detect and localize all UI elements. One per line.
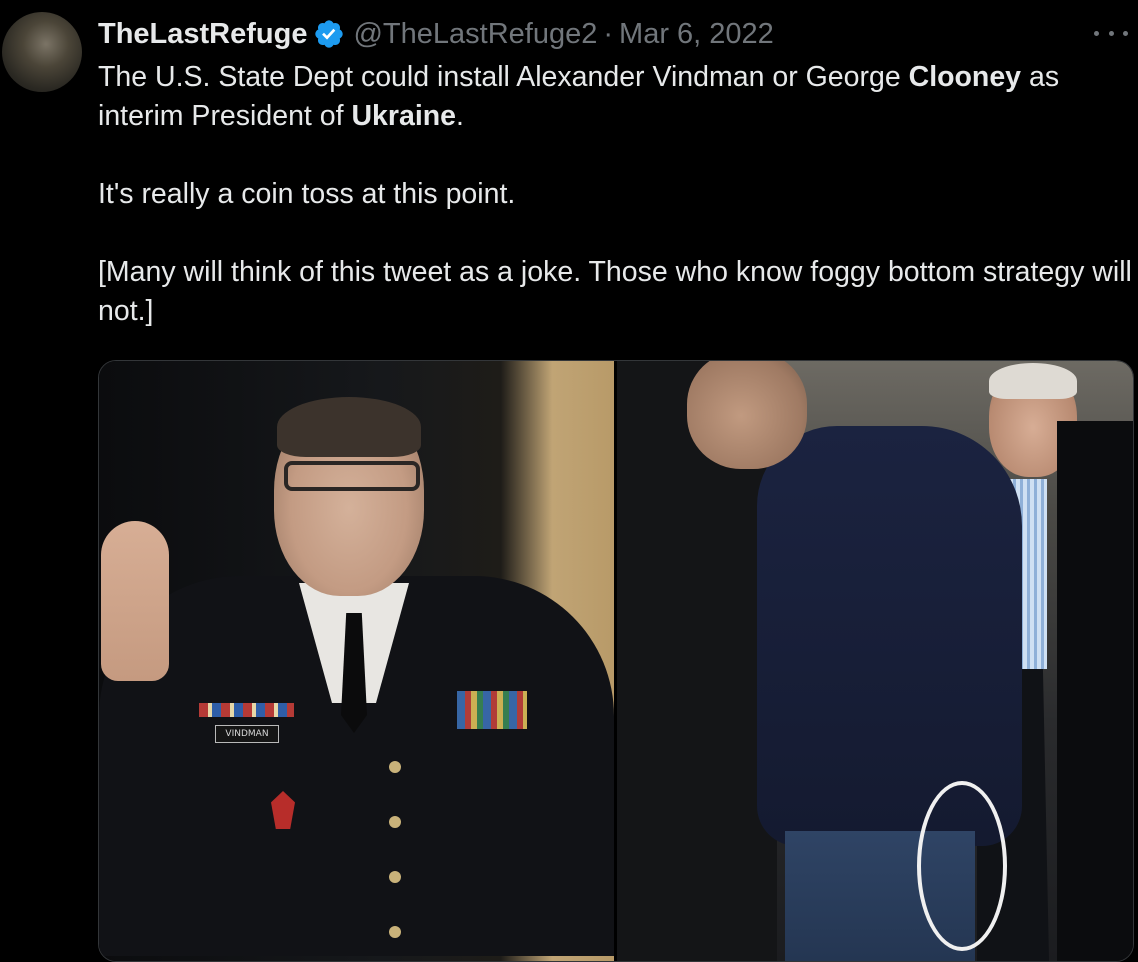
smiling-face (687, 361, 807, 469)
officer-figure (1057, 421, 1133, 961)
tweet-paragraph-3: [Many will think of this tweet as a joke… (98, 256, 1132, 327)
avatar[interactable] (2, 12, 82, 92)
tweet-text-bold-ukraine: Ukraine (351, 100, 457, 132)
tweet-text-segment: The U.S. State Dept could install Alexan… (98, 61, 909, 93)
separator-dot: · (603, 17, 614, 50)
tweet-text-segment: . (456, 100, 464, 132)
verified-badge-icon[interactable] (313, 18, 345, 50)
tweet-header: TheLastRefuge @TheLastRefuge2 · Mar 6, 2… (98, 14, 774, 54)
tweet-paragraph-1: The U.S. State Dept could install Alexan… (98, 58, 1133, 136)
ribbons-right (457, 691, 527, 729)
ribbons-left (199, 703, 294, 717)
older-man-hair (989, 363, 1077, 399)
uniform-button (389, 871, 401, 883)
tweet-date[interactable]: Mar 6, 2022 (619, 18, 774, 51)
uniform-button (389, 761, 401, 773)
portrait-hair (277, 397, 421, 457)
tweet-text: The U.S. State Dept could install Alexan… (98, 58, 1133, 331)
uniform-button (389, 816, 401, 828)
handle[interactable]: @TheLastRefuge2 (353, 18, 597, 51)
uniform-button (389, 926, 401, 938)
tweet-text-bold-clooney: Clooney (908, 61, 1022, 93)
more-dot (1108, 30, 1114, 36)
tweet-paragraph-2: It's really a coin toss at this point. (98, 178, 516, 210)
nameplate: VINDMAN (215, 725, 279, 743)
more-options-icon[interactable] (1094, 18, 1128, 48)
display-name[interactable]: TheLastRefuge (98, 18, 307, 51)
photo-clooney[interactable] (617, 361, 1133, 961)
navy-sweater (757, 426, 1022, 846)
glasses (284, 461, 420, 491)
more-dot (1123, 30, 1128, 36)
photo-vindman[interactable]: VINDMAN (99, 361, 614, 961)
zip-tie (917, 781, 1007, 951)
tweet-media[interactable]: VINDMAN (98, 360, 1134, 962)
more-dot (1094, 30, 1099, 36)
raised-hand (101, 521, 169, 681)
